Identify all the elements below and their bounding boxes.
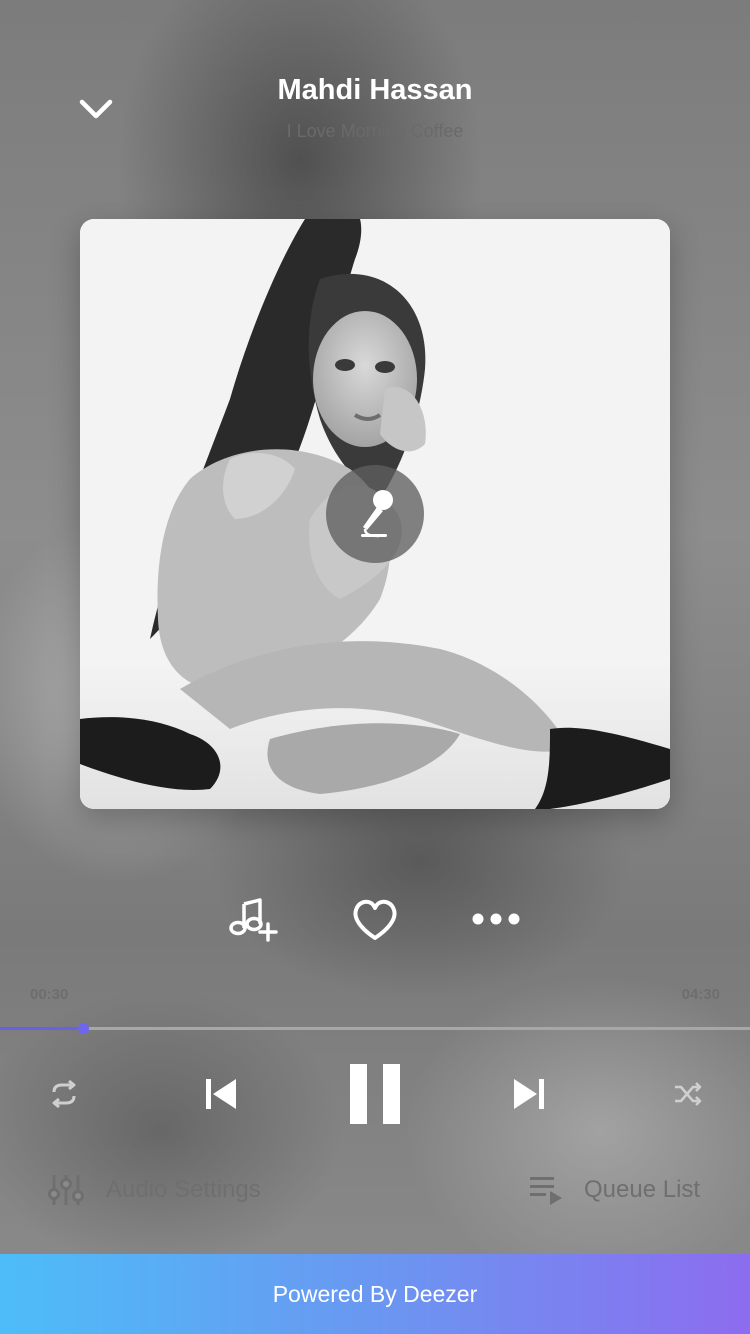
powered-by-banner[interactable]: Powered By Deezer <box>0 1254 750 1334</box>
current-time: 00:30 <box>30 986 69 1003</box>
player-screen: Mahdi Hassan I Love Morning Coffee 00:30… <box>0 0 750 1334</box>
microphone-icon <box>361 490 393 538</box>
repeat-icon[interactable] <box>46 1078 82 1110</box>
queue-list-label: Queue List <box>584 1176 701 1203</box>
song-title: I Love Morning Coffee <box>286 121 464 141</box>
pause-icon[interactable] <box>346 1062 404 1126</box>
progress-fill <box>0 1027 84 1030</box>
shuffle-icon[interactable] <box>672 1080 704 1108</box>
lyrics-mic-button[interactable] <box>326 465 424 563</box>
progress-bar[interactable] <box>0 1023 750 1034</box>
queue-list-button[interactable]: Queue List <box>528 1168 700 1212</box>
audio-settings-label: Audio Settings <box>106 1176 261 1203</box>
heart-icon[interactable] <box>347 894 403 946</box>
add-to-playlist-icon[interactable] <box>224 894 280 946</box>
artist-name: Mahdi Hassan <box>277 74 473 106</box>
equalizer-sliders-icon <box>48 1175 84 1205</box>
total-time: 04:30 <box>681 986 720 1003</box>
queue-list-icon <box>530 1177 562 1205</box>
album-artwork <box>80 219 670 809</box>
more-dots-icon[interactable] <box>468 894 524 946</box>
powered-by-label: Powered By Deezer <box>272 1280 478 1307</box>
progress-knob[interactable] <box>78 1023 90 1034</box>
next-track-icon[interactable] <box>508 1072 550 1116</box>
audio-settings-button[interactable]: Audio Settings <box>48 1168 261 1212</box>
previous-track-icon[interactable] <box>200 1072 242 1116</box>
